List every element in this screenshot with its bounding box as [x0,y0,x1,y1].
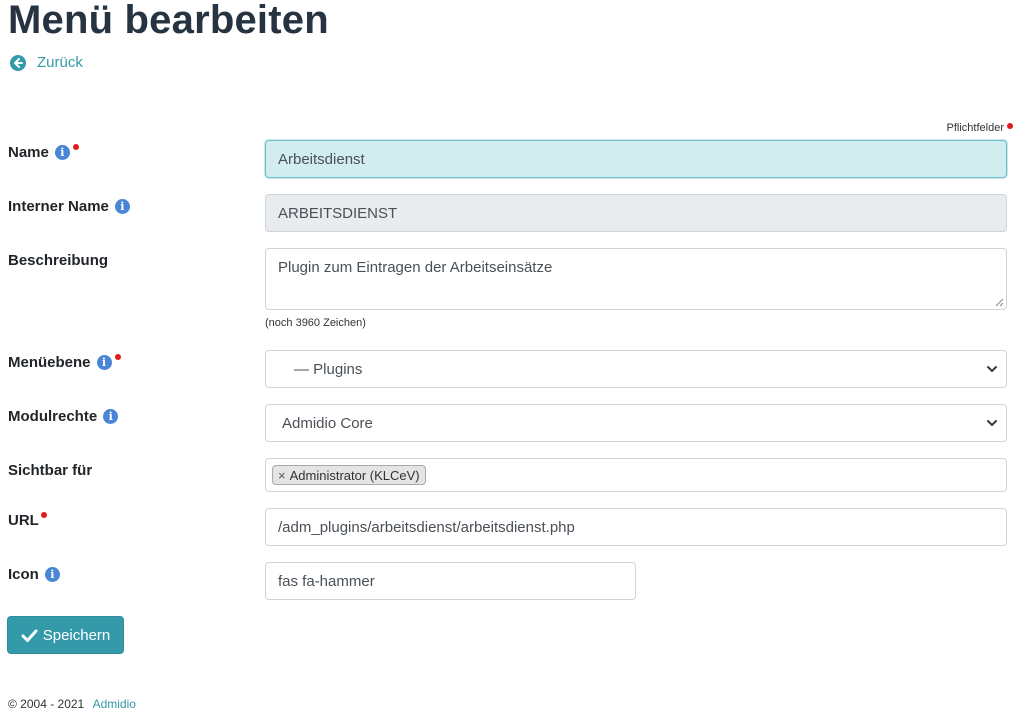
internal-name-label-text: Interner Name [8,198,109,215]
required-marker [72,144,79,150]
required-marker [40,512,47,518]
icon-label-text: Icon [8,566,39,583]
back-link-label: Zurück [37,54,83,71]
tag-remove-icon[interactable]: × [278,468,286,483]
menu-level-label-text: Menüebene [8,354,91,371]
visible-for-label-text: Sichtbar für [8,462,93,479]
url-input-value: /adm_plugins/arbeitsdienst/arbeitsdienst… [278,518,575,536]
role-tag: × Administrator (KLCeV) [272,465,426,485]
save-button-label: Speichern [42,626,111,644]
module-rights-label: Modulrechte i [8,408,119,426]
menu-level-selected: — Plugins [294,360,363,378]
chevron-down-icon [987,420,997,427]
required-marker [1007,123,1013,129]
back-link[interactable]: Zurück [10,54,83,71]
url-input[interactable]: /adm_plugins/arbeitsdienst/arbeitsdienst… [265,508,1007,546]
chevron-down-icon [987,366,997,373]
circle-arrow-left-icon [10,54,26,71]
description-value: Plugin zum Eintragen der Arbeitseinsätze [278,259,553,276]
info-icon[interactable]: i [96,355,112,370]
module-rights-label-text: Modulrechte [8,408,98,425]
save-button[interactable]: Speichern [7,616,124,654]
internal-name-value: ARBEITSDIENST [278,204,398,222]
role-tag-label: Administrator (KLCeV) [289,467,420,483]
check-icon [21,629,38,642]
visible-for-label: Sichtbar für [8,462,92,480]
visible-for-multiselect[interactable]: × Administrator (KLCeV) [265,458,1007,492]
name-label-text: Name [8,144,49,161]
menu-level-select[interactable]: — Plugins [265,350,1007,388]
copyright-text: © 2004 - 2021 [8,697,85,711]
url-label-text: URL [8,512,39,529]
admidio-link[interactable]: Admidio [93,697,136,711]
description-label: Beschreibung [8,252,108,270]
internal-name-label: Interner Name i [8,198,130,216]
description-textarea[interactable]: Plugin zum Eintragen der Arbeitseinsätze [265,248,1007,310]
icon-input-value: fas fa-hammer [278,572,375,590]
required-fields-note: Pflichtfelder [946,122,1013,134]
info-icon[interactable]: i [44,567,60,582]
required-marker [114,354,121,360]
char-count: (noch 3960 Zeichen) [265,317,366,329]
info-icon[interactable]: i [54,145,70,160]
name-label: Name i [8,144,79,162]
info-icon[interactable]: i [103,409,119,424]
page-title: Menü bearbeiten [8,0,329,42]
name-input-value: Arbeitsdienst [278,150,365,168]
footer: © 2004 - 2021 Admidio [8,697,136,711]
info-icon[interactable]: i [114,199,130,214]
url-label: URL [8,512,47,530]
menu-level-label: Menüebene i [8,354,121,372]
module-rights-selected: Admidio Core [282,414,373,432]
description-label-text: Beschreibung [8,252,109,269]
name-input[interactable]: Arbeitsdienst [265,140,1007,178]
resize-grip-icon[interactable] [994,297,1004,307]
internal-name-input: ARBEITSDIENST [265,194,1007,232]
module-rights-select[interactable]: Admidio Core [265,404,1007,442]
required-fields-label: Pflichtfelder [946,122,1004,134]
icon-input[interactable]: fas fa-hammer [265,562,636,600]
icon-label: Icon i [8,566,60,584]
